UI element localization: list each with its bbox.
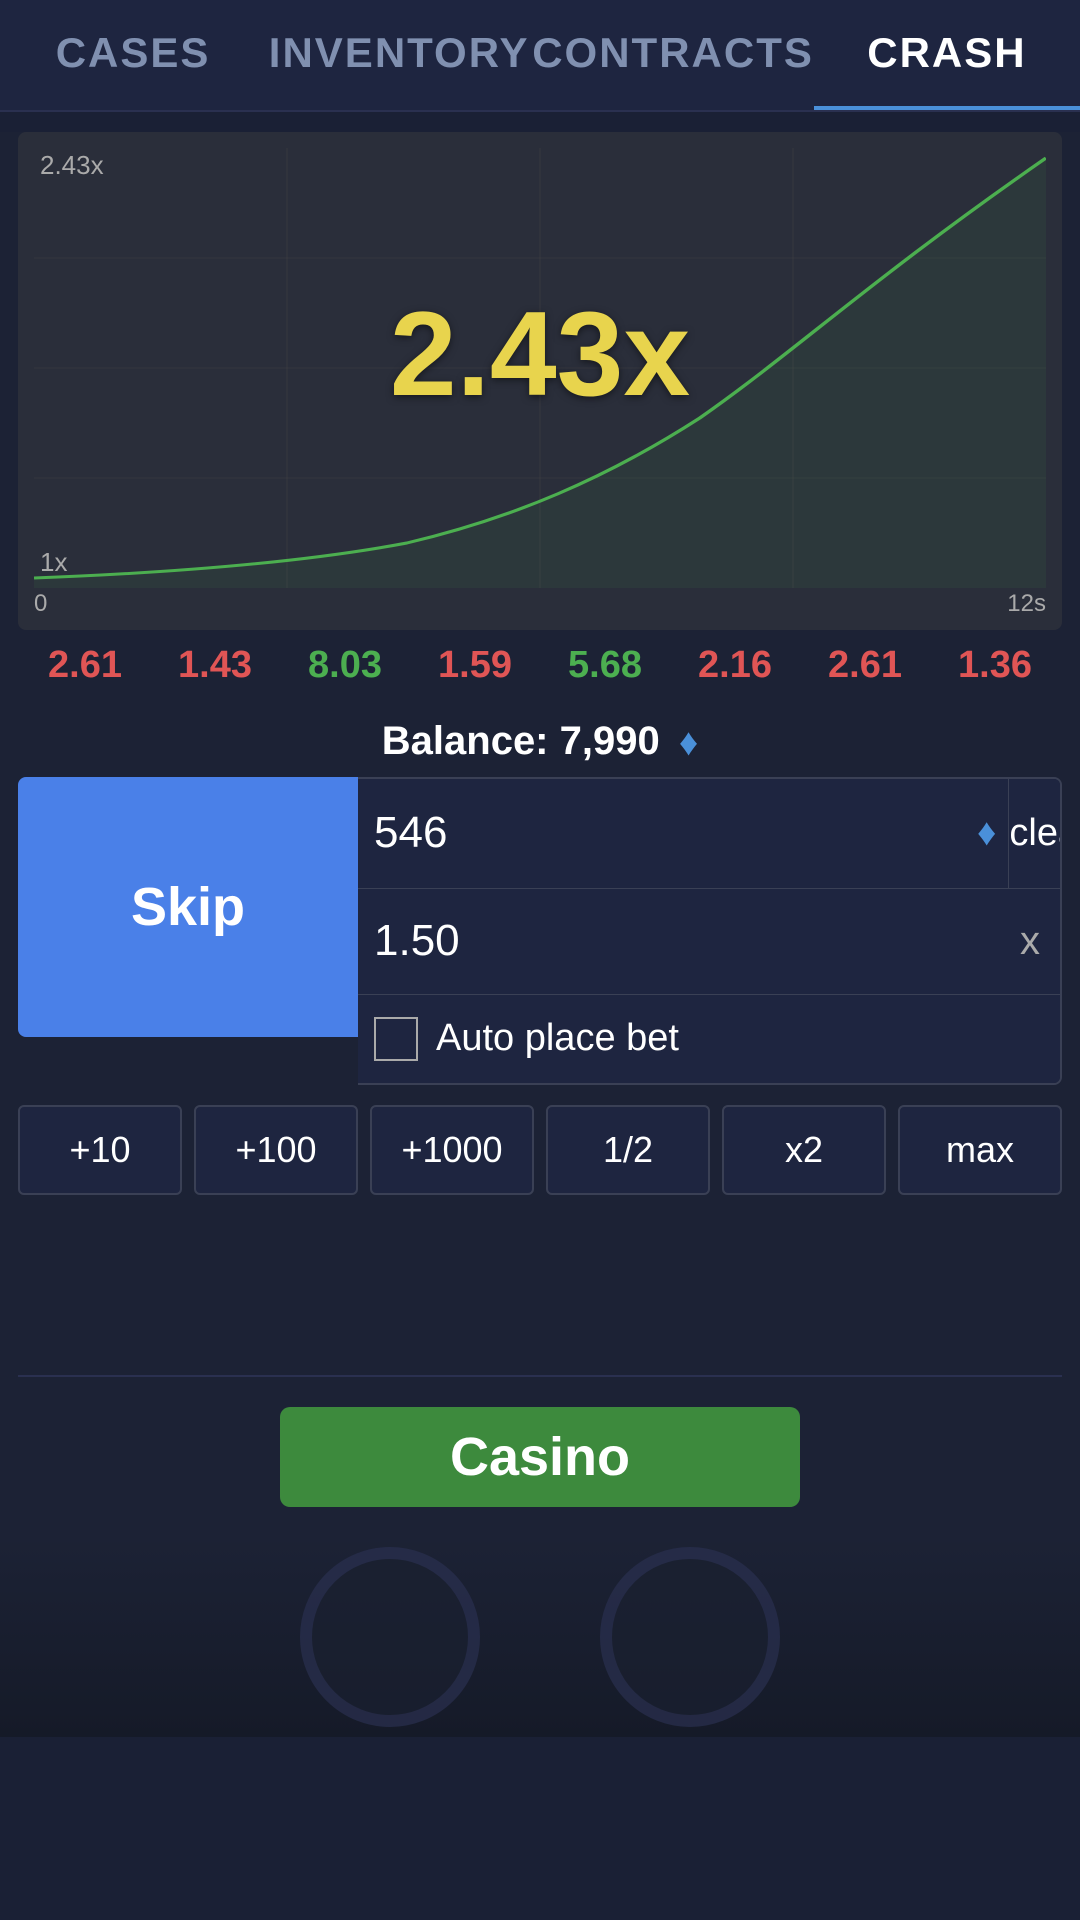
x-label: x [1020,919,1060,964]
skip-button[interactable]: Skip [18,777,358,1037]
nav-item-inventory[interactable]: INVENTORY [266,0,532,110]
quick-bet-buttons: +10 +100 +1000 1/2 x2 max [18,1105,1062,1195]
history-item: 2.61 [828,644,902,687]
history-item: 2.61 [48,644,122,687]
auto-bet-row: Auto place bet [358,995,1060,1083]
bet-area: Skip ♦ clear x Auto place bet [18,777,1062,1085]
quick-bet-plus100[interactable]: +100 [194,1105,358,1195]
bet-diamond-icon: ♦ [965,812,1008,855]
chart-x-end: 12s [1007,590,1046,618]
quick-bet-half[interactable]: 1/2 [546,1105,710,1195]
nav-item-crash[interactable]: CRASH [814,0,1080,110]
chart-svg-area: 2.43x [34,148,1046,588]
main-content: 2.43x 2.43x 1x 0 12s 2.61 1 [0,132,1080,1737]
navigation-bar: CASES INVENTORY CONTRACTS CRASH [0,0,1080,112]
decorative-wheel-left [300,1547,480,1727]
chart-x-labels: 0 12s [34,588,1046,622]
bet-row-top: Skip ♦ clear x Auto place bet [18,777,1062,1085]
clear-button[interactable]: clear [1008,779,1062,888]
bet-amount-input[interactable] [358,779,965,888]
bet-multiplier-input[interactable] [358,889,1020,994]
quick-bet-plus1000[interactable]: +1000 [370,1105,534,1195]
bet-multiplier-row: x [358,889,1060,995]
casino-button[interactable]: Casino [280,1407,800,1507]
decorative-wheel-right [600,1547,780,1727]
history-item: 1.43 [178,644,252,687]
bottom-decorative-area [0,1537,1080,1737]
crash-curve-svg [34,148,1046,588]
crash-history-row: 2.61 1.43 8.03 1.59 5.68 2.16 2.61 1.36 [0,630,1080,701]
bet-amount-row: ♦ clear [358,779,1060,889]
spacer [0,1195,1080,1375]
history-item: 2.16 [698,644,772,687]
bet-inputs-panel: ♦ clear x Auto place bet [358,777,1062,1085]
diamond-icon: ♦ [679,722,698,765]
crash-chart: 2.43x 2.43x 1x 0 12s [18,132,1062,630]
balance-display: Balance: 7,990 ♦ [0,701,1080,777]
balance-label: Balance: 7,990 [382,719,660,763]
nav-item-cases[interactable]: CASES [0,0,266,110]
quick-bet-plus10[interactable]: +10 [18,1105,182,1195]
casino-button-wrap: Casino [0,1377,1080,1537]
nav-item-contracts[interactable]: CONTRACTS [532,0,814,110]
history-item: 5.68 [568,644,642,687]
auto-bet-label: Auto place bet [436,1017,679,1060]
chart-y-min-label: 1x [40,547,67,578]
quick-bet-max[interactable]: max [898,1105,1062,1195]
chart-x-start: 0 [34,590,47,618]
quick-bet-x2[interactable]: x2 [722,1105,886,1195]
history-item: 1.59 [438,644,512,687]
history-item: 8.03 [308,644,382,687]
auto-bet-checkbox[interactable] [374,1017,418,1061]
history-item: 1.36 [958,644,1032,687]
